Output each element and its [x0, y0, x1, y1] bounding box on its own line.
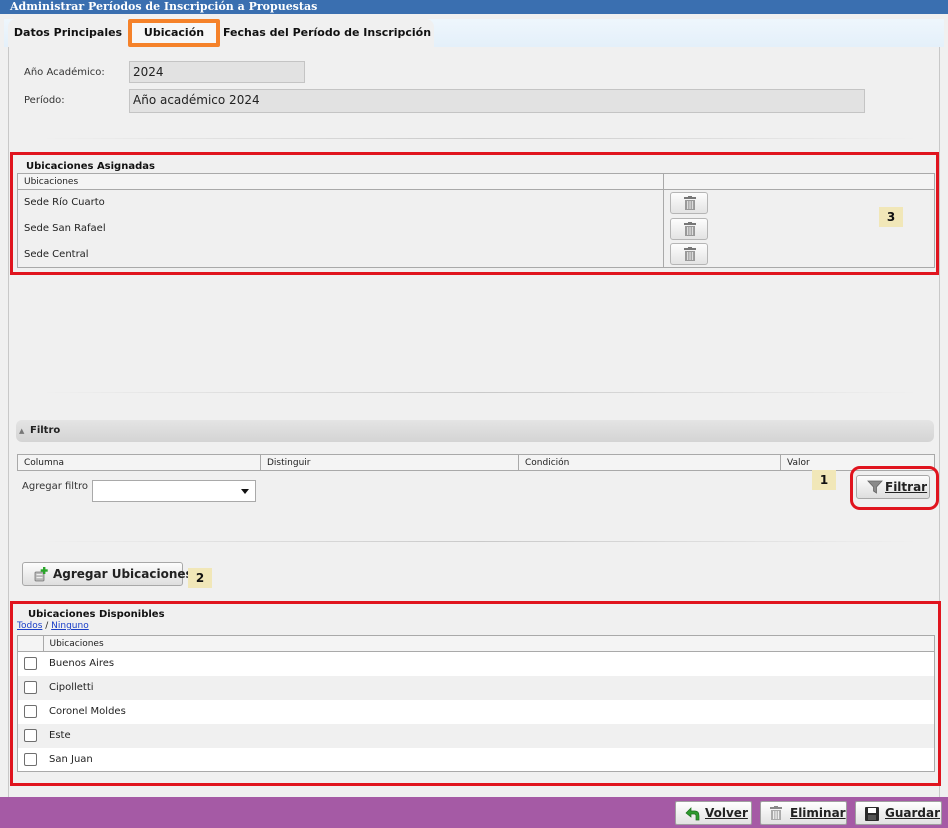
- filtrar-label: Filtrar: [885, 480, 928, 494]
- guardar-label: Guardar: [885, 806, 941, 820]
- select-all-link[interactable]: Todos: [17, 621, 42, 631]
- disponibles-table: Ubicaciones Buenos Aires Cipolletti Coro…: [17, 635, 935, 772]
- link-separator: /: [42, 621, 52, 631]
- divider: [40, 541, 920, 542]
- tab-ubicacion[interactable]: Ubicación: [128, 19, 220, 47]
- trash-icon: [770, 806, 782, 820]
- annotation-badge-1: 1: [812, 470, 836, 490]
- agregar-filtro-select[interactable]: [92, 480, 256, 502]
- chevron-down-icon: [241, 489, 249, 494]
- delete-button[interactable]: [670, 243, 708, 266]
- table-row: Cipolletti: [17, 675, 935, 700]
- checkbox-header: [17, 635, 44, 652]
- annotation-badge-3: 3: [879, 207, 903, 227]
- asignadas-table: Ubicaciones Sede Río Cuarto Sede San Raf…: [17, 173, 935, 268]
- eliminar-label: Eliminar: [790, 806, 846, 820]
- divider: [40, 392, 920, 393]
- delete-button[interactable]: [670, 217, 708, 240]
- filtrar-button[interactable]: Filtrar: [856, 475, 930, 499]
- table-row: Este: [17, 723, 935, 748]
- tab-datos-principales[interactable]: Datos Principales: [8, 19, 128, 47]
- trash-icon: [684, 195, 696, 210]
- disponible-name: Este: [43, 723, 935, 748]
- divider: [40, 138, 920, 139]
- disponible-name: Buenos Aires: [43, 651, 935, 676]
- filtro-col-columna: Columna: [17, 454, 261, 471]
- agregar-filtro-label: Agregar filtro: [22, 481, 89, 492]
- tab-fechas-periodo[interactable]: Fechas del Período de Inscripción: [220, 19, 434, 47]
- filtro-col-distinguir: Distinguir: [260, 454, 519, 471]
- asignadas-title: Ubicaciones Asignadas: [26, 161, 155, 172]
- collapse-icon: ▲: [19, 427, 25, 435]
- disponible-name: Cipolletti: [43, 675, 935, 700]
- row-checkbox[interactable]: [24, 681, 37, 694]
- filtro-col-condicion: Condición: [518, 454, 781, 471]
- eliminar-button[interactable]: Eliminar: [760, 801, 847, 825]
- window-title: Administrar Períodos de Inscripción a Pr…: [0, 0, 948, 14]
- funnel-icon: [867, 480, 883, 494]
- filtro-columns: Columna Distinguir Condición Valor: [17, 454, 935, 471]
- table-row: Buenos Aires: [18, 651, 935, 676]
- volver-button[interactable]: Volver: [675, 801, 752, 825]
- table-row: Sede San Rafael: [17, 215, 935, 242]
- row-checkbox[interactable]: [24, 657, 37, 671]
- asignada-name: Sede Río Cuarto: [17, 189, 664, 216]
- filtro-title: Filtro: [30, 425, 61, 436]
- table-row: San Juan: [18, 747, 935, 772]
- table-row: Coronel Moldes: [18, 699, 935, 724]
- row-checkbox[interactable]: [24, 729, 37, 742]
- row-checkbox[interactable]: [24, 705, 37, 718]
- periodo-field: Año académico 2024: [129, 89, 865, 113]
- delete-button[interactable]: [670, 191, 708, 214]
- select-links: Todos / Ninguno: [17, 621, 89, 631]
- trash-icon: [684, 247, 696, 262]
- anio-academico-field: 2024: [129, 61, 305, 83]
- row-checkbox[interactable]: [24, 752, 37, 766]
- anio-academico-label: Año Académico:: [24, 67, 105, 78]
- agregar-ubicaciones-button[interactable]: Agregar Ubicaciones: [22, 562, 193, 586]
- disponible-name: San Juan: [43, 747, 935, 772]
- tab-bar: Datos Principales Ubicación Fechas del P…: [4, 19, 944, 47]
- select-none-link[interactable]: Ninguno: [51, 621, 89, 631]
- table-row: Sede Río Cuarto: [17, 189, 935, 216]
- asignada-name: Sede San Rafael: [17, 215, 664, 242]
- annotation-badge-2: 2: [188, 568, 212, 588]
- asignadas-action-header: [663, 173, 935, 190]
- asignadas-column-header: Ubicaciones: [17, 173, 664, 190]
- agregar-ubicaciones-label: Agregar Ubicaciones: [53, 567, 193, 581]
- filtro-header[interactable]: ▲ Filtro: [16, 420, 934, 442]
- trash-icon: [684, 221, 696, 236]
- periodo-label: Período:: [24, 95, 65, 106]
- back-arrow-icon: [685, 807, 700, 821]
- asignada-name: Sede Central: [17, 241, 664, 268]
- volver-label: Volver: [705, 806, 748, 820]
- guardar-button[interactable]: Guardar: [855, 801, 942, 825]
- disponible-name: Coronel Moldes: [43, 699, 935, 724]
- footer-bar: Volver Eliminar Guardar: [0, 797, 948, 828]
- table-row: Sede Central: [17, 241, 935, 268]
- save-icon: [865, 807, 879, 821]
- add-location-icon: [34, 567, 48, 582]
- disponibles-title: Ubicaciones Disponibles: [28, 609, 165, 620]
- disponibles-column-header: Ubicaciones: [42, 635, 935, 652]
